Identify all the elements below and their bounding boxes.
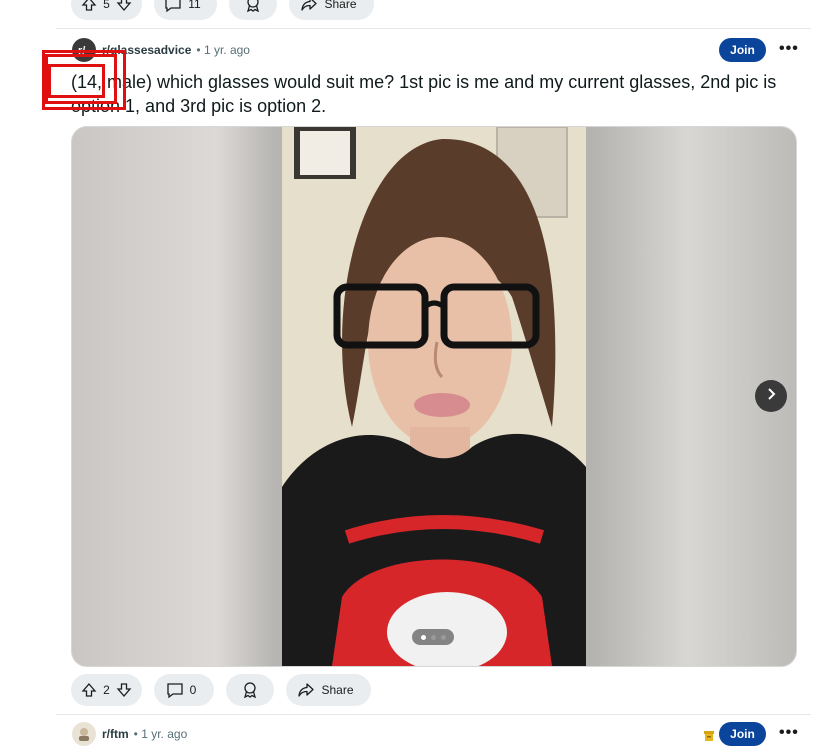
vote-pill: 2 <box>71 674 142 706</box>
next-image-button[interactable] <box>755 380 787 412</box>
downvote-icon[interactable] <box>116 682 132 698</box>
post-time-text: 1 yr. ago <box>203 43 250 57</box>
comment-icon <box>166 681 184 699</box>
award-icon <box>241 681 259 699</box>
share-label: Share <box>321 683 354 697</box>
post-divider <box>56 28 811 29</box>
more-options-button[interactable]: ••• <box>779 40 799 58</box>
prev-vote-pill: 5 <box>71 0 142 20</box>
next-more-options-button[interactable]: ••• <box>779 724 799 742</box>
prev-upvote-count: 5 <box>103 0 110 11</box>
upvote-icon[interactable] <box>81 682 97 698</box>
post-time: • 1 yr. ago <box>196 43 250 57</box>
share-icon <box>297 681 315 699</box>
highlight-box-inner <box>48 64 105 98</box>
comment-count: 0 <box>189 683 197 697</box>
pagination-dot-1[interactable] <box>420 634 426 640</box>
gallery-pagination <box>412 629 454 645</box>
archive-icon <box>703 729 715 747</box>
next-join-button[interactable]: Join <box>719 722 766 746</box>
prev-comment-count: 11 <box>188 0 201 11</box>
comment-icon <box>164 0 182 13</box>
next-post-meta: r/ftm • 1 yr. ago <box>72 722 187 746</box>
post-photo <box>282 127 586 666</box>
join-button[interactable]: Join <box>719 38 766 62</box>
prev-award-button[interactable] <box>229 0 277 20</box>
post-image-gallery[interactable] <box>71 126 797 667</box>
prev-share-button[interactable]: Share <box>289 0 374 20</box>
prev-share-label: Share <box>324 0 357 11</box>
comment-button[interactable]: 0 <box>154 674 214 706</box>
pagination-dot-2[interactable] <box>430 634 436 640</box>
subreddit-avatar-icon[interactable] <box>72 722 96 746</box>
pagination-dot-3[interactable] <box>440 634 446 640</box>
prev-comment-button[interactable]: 11 <box>154 0 217 20</box>
award-icon <box>244 0 262 13</box>
downvote-icon[interactable] <box>116 0 132 12</box>
award-button[interactable] <box>226 674 274 706</box>
portrait-illustration <box>282 127 586 666</box>
post-divider-bottom <box>56 714 811 715</box>
chevron-right-icon <box>764 387 778 406</box>
share-icon <box>300 0 318 13</box>
post-title[interactable]: (14, male) which glasses would suit me? … <box>71 70 801 118</box>
share-button[interactable]: Share <box>286 674 371 706</box>
upvote-count: 2 <box>103 683 110 697</box>
upvote-icon[interactable] <box>81 0 97 12</box>
